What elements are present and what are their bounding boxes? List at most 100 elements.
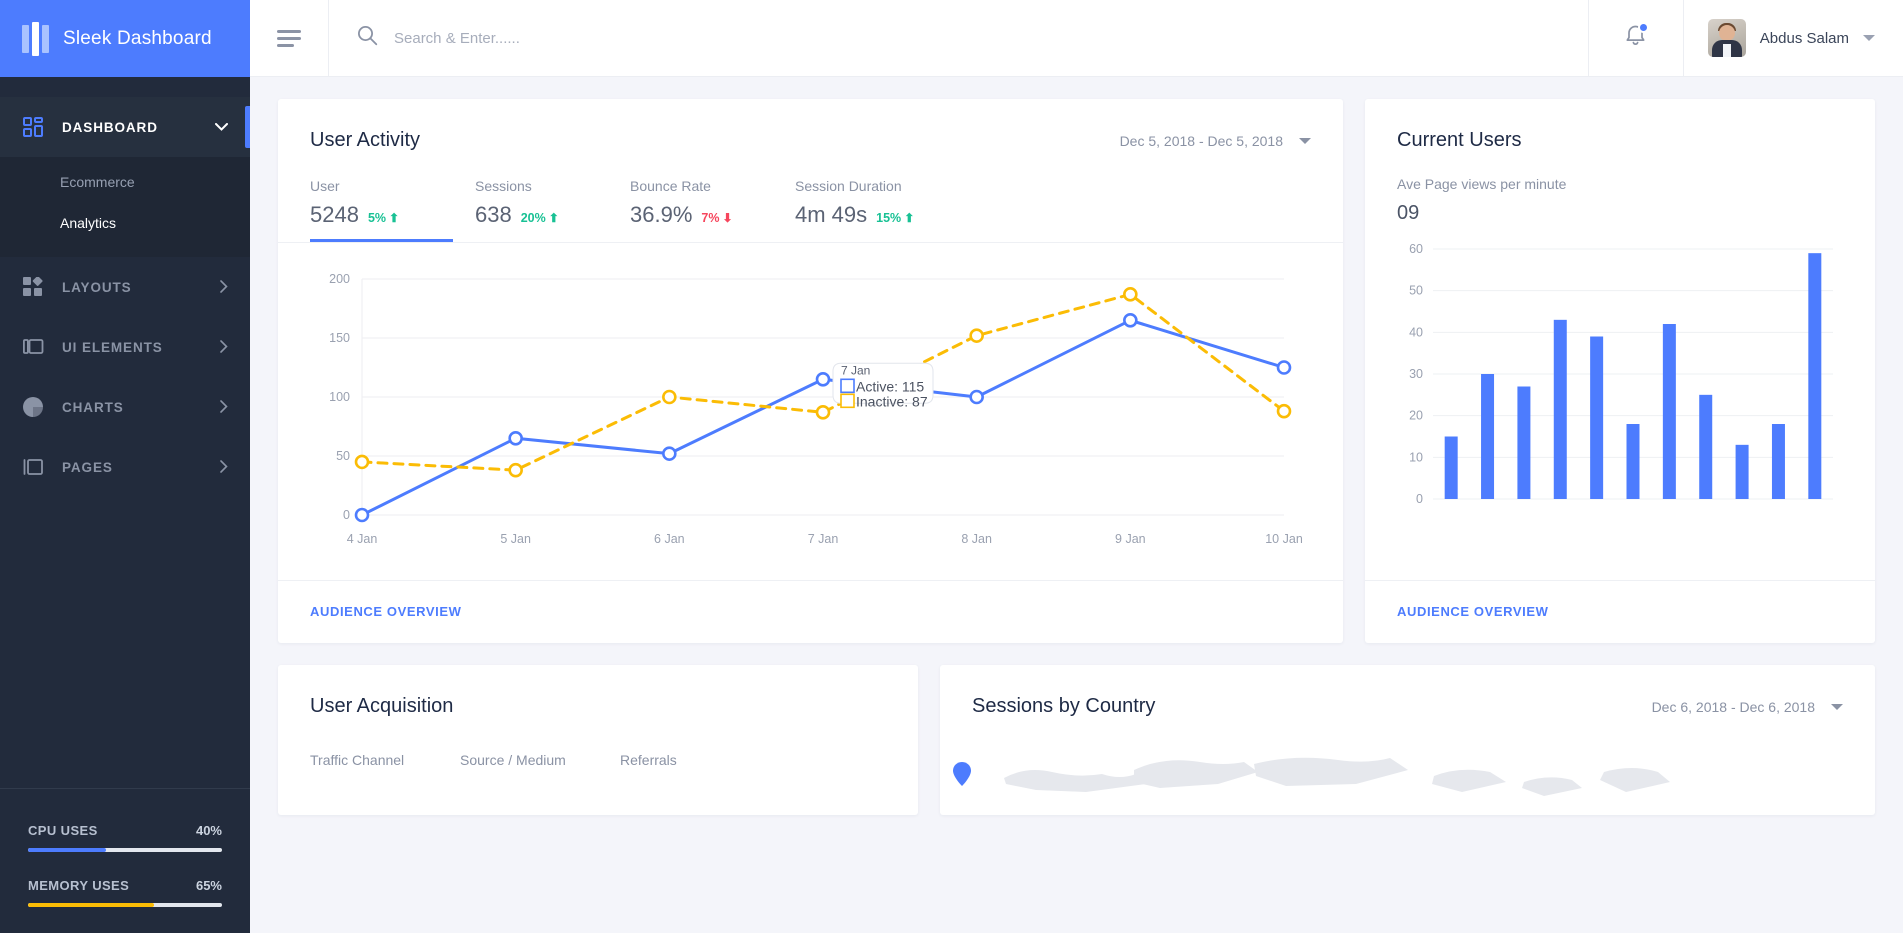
- page-icon: [22, 456, 44, 478]
- svg-text:8 Jan: 8 Jan: [961, 532, 992, 546]
- current-users-bar-chart[interactable]: 0102030405060: [1391, 239, 1841, 519]
- svg-text:Inactive: 87: Inactive: 87: [856, 393, 928, 409]
- sessions-by-country-date-range[interactable]: Dec 6, 2018 - Dec 6, 2018: [1652, 699, 1843, 715]
- sidebar-item-label: UI ELEMENTS: [62, 340, 202, 355]
- chevron-right-icon: [220, 400, 228, 415]
- chevron-down-icon: [215, 121, 228, 133]
- memory-usage-label: MEMORY USES: [28, 878, 129, 893]
- card-title: Current Users: [1397, 129, 1521, 152]
- cpu-usage-value: 40%: [196, 823, 222, 838]
- svg-text:50: 50: [1409, 284, 1423, 298]
- memory-usage-fill: [28, 903, 154, 907]
- chevron-down-icon: [1831, 704, 1843, 710]
- content-area: User Activity Dec 5, 2018 - Dec 5, 2018 …: [250, 77, 1903, 933]
- sidebar: Sleek Dashboard DASHBOARD: [0, 0, 250, 933]
- cpu-usage: CPU USES 40%: [28, 823, 222, 852]
- svg-text:7 Jan: 7 Jan: [841, 363, 870, 377]
- stat-delta-value: 20%: [521, 211, 546, 225]
- column-header-traffic-channel: Traffic Channel: [310, 752, 460, 768]
- svg-text:0: 0: [1416, 492, 1423, 506]
- cpu-usage-fill: [28, 848, 106, 852]
- chevron-right-icon: [220, 280, 228, 295]
- memory-usage: MEMORY USES 65%: [28, 878, 222, 907]
- profile-name: Abdus Salam: [1760, 30, 1849, 47]
- svg-text:20: 20: [1409, 409, 1423, 423]
- stat-user[interactable]: User 5248 5% ⬆: [310, 178, 475, 242]
- sidebar-nav: DASHBOARD Ecommerce Analytics: [0, 77, 250, 788]
- memory-usage-bar: [28, 903, 222, 907]
- sidebar-item-ecommerce[interactable]: Ecommerce: [0, 161, 250, 202]
- user-acquisition-header: User Acquisition: [278, 665, 918, 718]
- arrow-up-icon: ⬆: [549, 212, 559, 224]
- layouts-icon: [22, 276, 44, 298]
- svg-text:0: 0: [343, 508, 350, 522]
- user-activity-line-chart[interactable]: 0501001502004 Jan5 Jan6 Jan7 Jan8 Jan9 J…: [304, 265, 1304, 557]
- stat-label: Sessions: [475, 178, 630, 194]
- stat-sessions[interactable]: Sessions 638 20% ⬆: [475, 178, 630, 242]
- row-top: User Activity Dec 5, 2018 - Dec 5, 2018 …: [278, 99, 1875, 643]
- current-users-subtitle: Ave Page views per minute: [1397, 176, 1843, 192]
- user-activity-date-range[interactable]: Dec 5, 2018 - Dec 5, 2018: [1120, 133, 1311, 149]
- chevron-right-icon: [220, 460, 228, 475]
- sidebar-item-pages[interactable]: PAGES: [0, 437, 250, 497]
- stat-delta: 7% ⬇: [701, 211, 732, 225]
- sessions-by-country-header: Sessions by Country Dec 6, 2018 - Dec 6,…: [940, 665, 1875, 718]
- stat-bounce-rate[interactable]: Bounce Rate 36.9% 7% ⬇: [630, 178, 795, 242]
- dashboard-app: Sleek Dashboard DASHBOARD: [0, 0, 1903, 933]
- grid-icon: [22, 116, 44, 138]
- active-indicator: [245, 106, 250, 148]
- user-activity-header: User Activity Dec 5, 2018 - Dec 5, 2018: [278, 99, 1343, 152]
- sidebar-item-label: PAGES: [62, 460, 202, 475]
- profile-menu[interactable]: Abdus Salam: [1684, 0, 1903, 76]
- svg-text:100: 100: [329, 390, 350, 404]
- sidebar-item-dashboard[interactable]: DASHBOARD: [0, 97, 250, 157]
- current-users-card: Current Users Ave Page views per minute …: [1365, 99, 1875, 643]
- avatar: [1708, 19, 1746, 57]
- stat-value: 638: [475, 202, 512, 228]
- arrow-down-icon: ⬇: [722, 212, 732, 224]
- sidebar-item-charts[interactable]: CHARTS: [0, 377, 250, 437]
- hamburger-icon[interactable]: [250, 0, 328, 76]
- map-marker-icon[interactable]: [952, 762, 972, 786]
- sidebar-item-layouts[interactable]: LAYOUTS: [0, 257, 250, 317]
- stat-delta: 15% ⬆: [876, 211, 914, 225]
- svg-text:10: 10: [1409, 450, 1423, 464]
- svg-text:7 Jan: 7 Jan: [808, 532, 839, 546]
- column-header-referrals: Referrals: [620, 752, 780, 768]
- sidebar-item-ui-elements[interactable]: UI ELEMENTS: [0, 317, 250, 377]
- current-users-footer: AUDIENCE OVERVIEW: [1365, 580, 1875, 643]
- stat-delta-value: 7%: [701, 211, 719, 225]
- svg-text:9 Jan: 9 Jan: [1115, 532, 1146, 546]
- arrow-up-icon: ⬆: [904, 212, 914, 224]
- sidebar-item-analytics[interactable]: Analytics: [0, 202, 250, 243]
- search-input[interactable]: [394, 30, 1588, 47]
- card-title: User Acquisition: [310, 695, 453, 718]
- audience-overview-link[interactable]: AUDIENCE OVERVIEW: [1397, 604, 1549, 619]
- row-bottom: User Acquisition Traffic Channel Source …: [278, 665, 1875, 815]
- stat-session-duration[interactable]: Session Duration 4m 49s 15% ⬆: [795, 178, 995, 242]
- chevron-down-icon: [1863, 35, 1875, 41]
- svg-text:60: 60: [1409, 242, 1423, 256]
- card-title: Sessions by Country: [972, 695, 1155, 718]
- notifications-button[interactable]: [1588, 0, 1684, 76]
- svg-text:30: 30: [1409, 367, 1423, 381]
- page-title: User Activity: [310, 129, 420, 152]
- column-header-source-medium: Source / Medium: [460, 752, 620, 768]
- world-map[interactable]: [940, 732, 1875, 792]
- sidebar-item-label: LAYOUTS: [62, 280, 202, 295]
- stat-delta-value: 15%: [876, 211, 901, 225]
- sidebar-item-label: DASHBOARD: [62, 120, 197, 135]
- stat-label: User: [310, 178, 475, 194]
- sessions-by-country-card: Sessions by Country Dec 6, 2018 - Dec 6,…: [940, 665, 1875, 815]
- svg-text:5 Jan: 5 Jan: [500, 532, 531, 546]
- audience-overview-link[interactable]: AUDIENCE OVERVIEW: [310, 604, 462, 619]
- memory-usage-value: 65%: [196, 878, 222, 893]
- current-users-value: 09: [1397, 202, 1843, 225]
- stat-value: 4m 49s: [795, 202, 867, 228]
- current-users-chart-wrap: 0102030405060: [1365, 225, 1875, 542]
- current-users-header: Current Users: [1365, 99, 1875, 152]
- user-acquisition-table-header: Traffic Channel Source / Medium Referral…: [278, 718, 918, 768]
- brand-header[interactable]: Sleek Dashboard: [0, 0, 250, 77]
- stat-delta: 5% ⬆: [368, 211, 399, 225]
- chevron-down-icon: [1299, 138, 1311, 144]
